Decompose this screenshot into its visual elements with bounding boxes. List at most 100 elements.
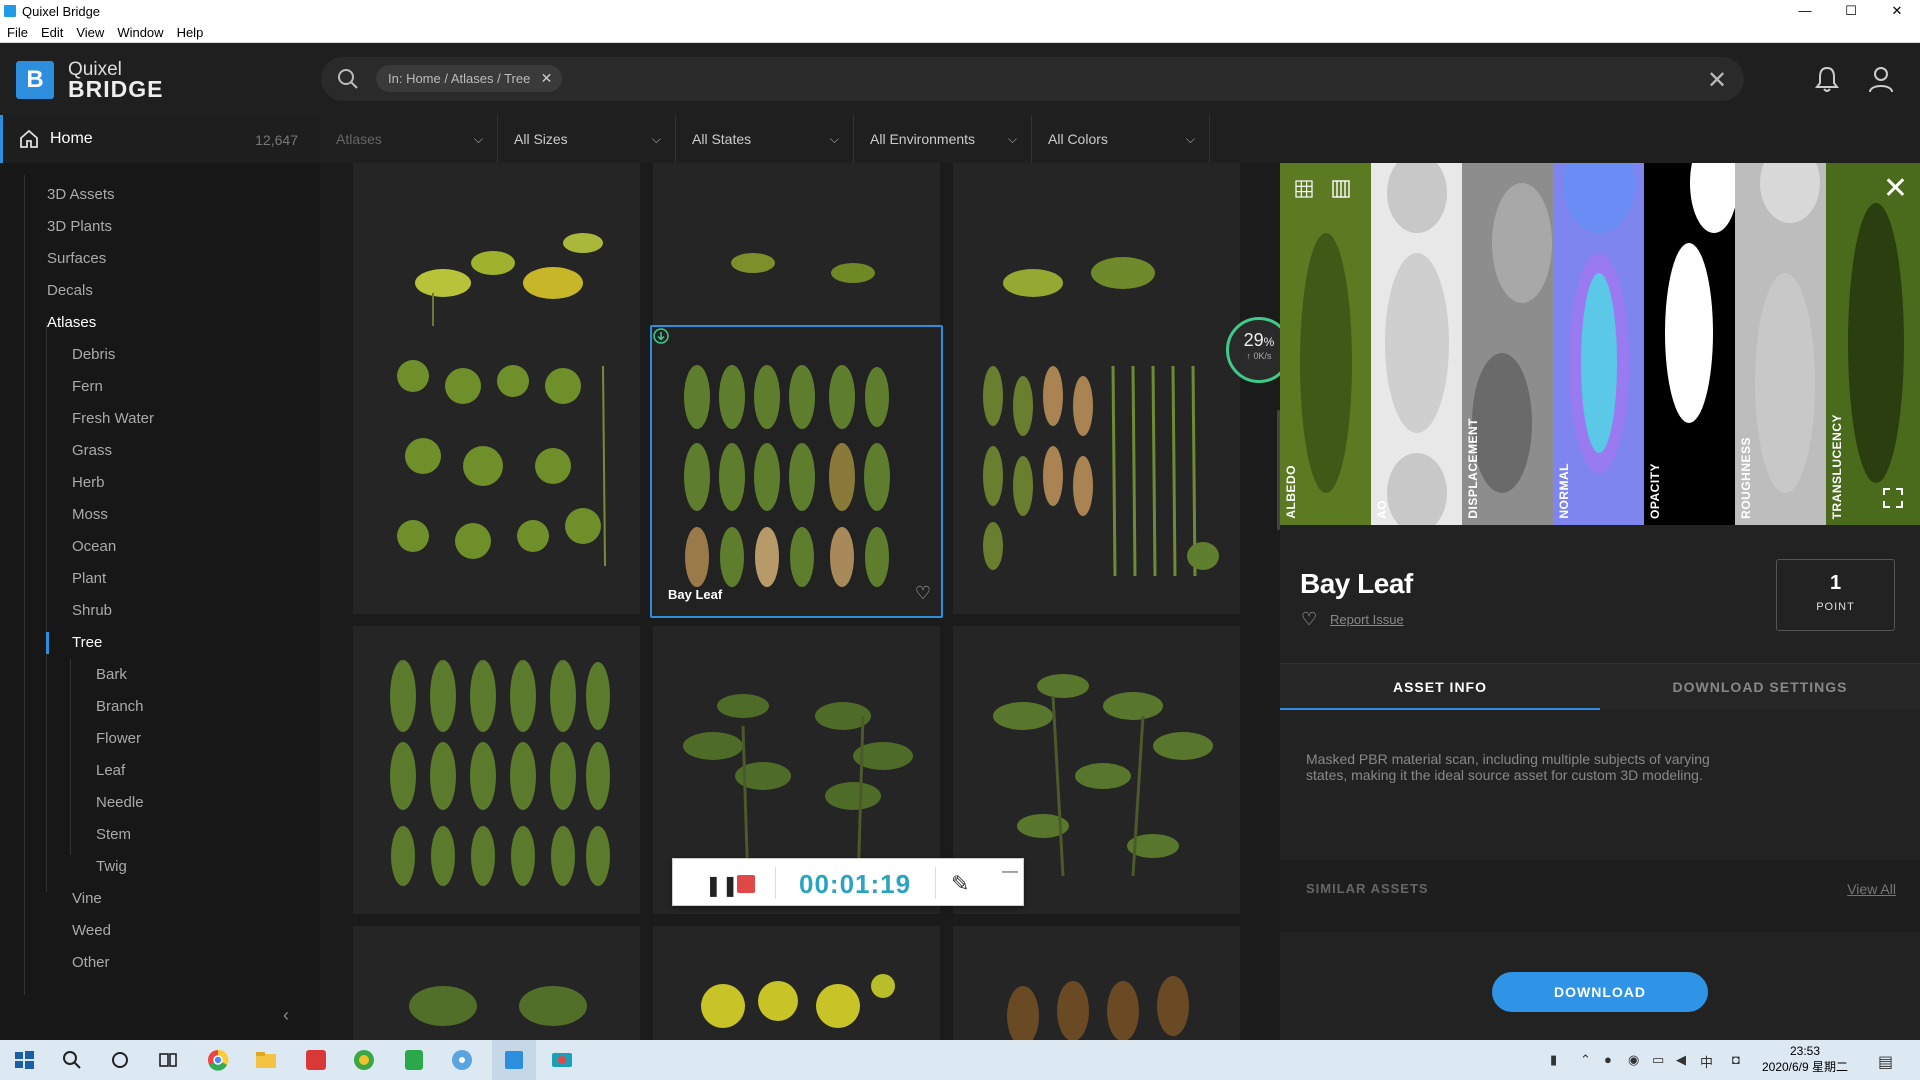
sidebar-item-tree[interactable]: Tree (72, 634, 102, 651)
recording-time: 00:01:19 (799, 869, 912, 899)
filter-size[interactable]: All Sizes ⌵ (498, 115, 676, 163)
sidebar-item-weed[interactable]: Weed (72, 922, 111, 939)
favorite-heart-icon[interactable]: ♡ (915, 583, 931, 604)
tray-ime-icon[interactable]: 中 (1700, 1052, 1713, 1071)
sidebar-item-bark[interactable]: Bark (96, 666, 127, 683)
tab-download-settings[interactable]: DOWNLOAD SETTINGS (1600, 664, 1920, 710)
sidebar-item-fern[interactable]: Fern (72, 378, 103, 395)
grid-view-icon[interactable] (1294, 179, 1314, 199)
asset-card[interactable] (653, 926, 940, 1040)
sidebar-item-stem[interactable]: Stem (96, 826, 131, 843)
tray-qq-icon[interactable]: ◉ (1628, 1052, 1639, 1068)
maximize-button[interactable]: ☐ (1828, 0, 1874, 22)
sidebar-item-decals[interactable]: Decals (47, 282, 93, 299)
fullscreen-icon[interactable] (1882, 487, 1904, 509)
app-green-icon[interactable] (350, 1046, 378, 1074)
asset-card[interactable] (953, 926, 1240, 1040)
sidebar-item-home[interactable]: Home 12,647 (0, 115, 320, 163)
download-status-icon[interactable] (652, 327, 670, 345)
map-normal[interactable]: NORMAL (1553, 163, 1644, 525)
search-icon[interactable] (337, 68, 359, 90)
close-window-button[interactable]: ✕ (1874, 0, 1920, 22)
sidebar-item-plant[interactable]: Plant (72, 570, 106, 587)
favorite-heart-icon[interactable]: ♡ (1301, 609, 1317, 630)
tab-asset-info[interactable]: ASSET INFO (1280, 664, 1600, 710)
search-icon[interactable] (58, 1046, 86, 1074)
filter-color[interactable]: All Colors ⌵ (1032, 115, 1210, 163)
sidebar-item-grass[interactable]: Grass (72, 442, 112, 459)
bell-icon[interactable] (1814, 65, 1840, 93)
map-opacity[interactable]: OPACITY (1644, 163, 1735, 525)
home-count: 12,647 (255, 132, 298, 148)
close-panel-icon[interactable]: ✕ (1883, 171, 1908, 206)
sidebar-item-atlases[interactable]: Atlases (47, 314, 96, 331)
cortana-icon[interactable] (106, 1046, 134, 1074)
sidebar-item-needle[interactable]: Needle (96, 794, 144, 811)
asset-card[interactable] (353, 326, 640, 614)
screen-recorder-taskbar-icon[interactable] (548, 1046, 576, 1074)
chip-close-icon[interactable]: ✕ (541, 65, 553, 92)
system-clock[interactable]: 23:53 2020/6/9 星期二 (1760, 1043, 1850, 1075)
menu-file[interactable]: File (7, 25, 28, 40)
report-issue-link[interactable]: Report Issue (1330, 612, 1404, 627)
map-albedo[interactable]: ALBEDO (1280, 163, 1371, 525)
chrome-icon[interactable] (204, 1046, 232, 1074)
tray-app-icon[interactable]: ◘ (1732, 1052, 1740, 1067)
sidebar-item-3d-assets[interactable]: 3D Assets (47, 186, 115, 203)
stop-icon[interactable] (737, 875, 755, 893)
tray-volume-icon[interactable]: ◀ (1676, 1052, 1686, 1068)
recorder-minimize-icon[interactable]: — (1002, 863, 1018, 881)
sidebar-item-surfaces[interactable]: Surfaces (47, 250, 106, 267)
tray-battery-icon[interactable]: ▮ (1550, 1052, 1557, 1068)
pause-icon[interactable]: ❚❚ (705, 873, 739, 898)
map-translucency[interactable]: TRANSLUCENCY (1826, 163, 1920, 525)
menu-edit[interactable]: Edit (41, 25, 63, 40)
map-displacement[interactable]: DISPLACEMENT (1462, 163, 1553, 525)
download-button[interactable]: DOWNLOAD (1492, 972, 1708, 1012)
app-360-icon[interactable] (400, 1046, 428, 1074)
menu-view[interactable]: View (76, 25, 104, 40)
sidebar-item-twig[interactable]: Twig (96, 858, 127, 875)
filter-state[interactable]: All States ⌵ (676, 115, 854, 163)
collapse-sidebar-icon[interactable]: ‹ (283, 1005, 289, 1026)
asset-card-bay-leaf[interactable]: Bay Leaf ♡ (650, 325, 943, 618)
filter-state-label: All States (692, 131, 752, 147)
asset-card[interactable] (953, 326, 1240, 614)
tray-chevron-up-icon[interactable]: ⌃ (1580, 1052, 1591, 1068)
menu-help[interactable]: Help (177, 25, 204, 40)
tray-network-icon[interactable]: ▭ (1652, 1052, 1664, 1068)
sidebar-item-flower[interactable]: Flower (96, 730, 141, 747)
task-view-icon[interactable] (154, 1046, 182, 1074)
app-red-icon[interactable] (302, 1046, 330, 1074)
sidebar-item-moss[interactable]: Moss (72, 506, 108, 523)
sidebar-item-herb[interactable]: Herb (72, 474, 105, 491)
logo-line2: BRIDGE (68, 76, 164, 102)
pen-icon[interactable]: ✎ (951, 871, 969, 897)
sidebar-item-debris[interactable]: Debris (72, 346, 115, 363)
quixel-bridge-taskbar-icon[interactable] (500, 1046, 528, 1074)
sidebar-item-other[interactable]: Other (72, 954, 110, 971)
user-icon[interactable] (1867, 65, 1895, 93)
sidebar-item-shrub[interactable]: Shrub (72, 602, 112, 619)
asset-card[interactable] (353, 626, 640, 914)
search-clear-icon[interactable]: ✕ (1707, 66, 1727, 95)
sidebar-item-vine[interactable]: Vine (72, 890, 102, 907)
sidebar-item-ocean[interactable]: Ocean (72, 538, 116, 555)
map-ao[interactable]: AO (1371, 163, 1462, 525)
sidebar-item-3d-plants[interactable]: 3D Plants (47, 218, 112, 235)
sidebar-item-branch[interactable]: Branch (96, 698, 144, 715)
filter-environment[interactable]: All Environments ⌵ (854, 115, 1032, 163)
windows-start-icon[interactable] (10, 1046, 38, 1074)
sidebar-item-leaf[interactable]: Leaf (96, 762, 125, 779)
app-disc-icon[interactable] (448, 1046, 476, 1074)
view-all-link[interactable]: View All (1847, 881, 1896, 897)
columns-view-icon[interactable] (1331, 179, 1351, 199)
tray-mic-icon[interactable]: ● (1604, 1052, 1612, 1067)
sidebar-item-fresh-water[interactable]: Fresh Water (72, 410, 154, 427)
notification-icon[interactable]: ▤ (1878, 1052, 1893, 1072)
asset-card[interactable] (353, 926, 640, 1040)
file-explorer-icon[interactable] (252, 1046, 280, 1074)
menu-window[interactable]: Window (117, 25, 163, 40)
minimize-button[interactable]: — (1782, 0, 1828, 22)
map-roughness[interactable]: ROUGHNESS (1735, 163, 1826, 525)
